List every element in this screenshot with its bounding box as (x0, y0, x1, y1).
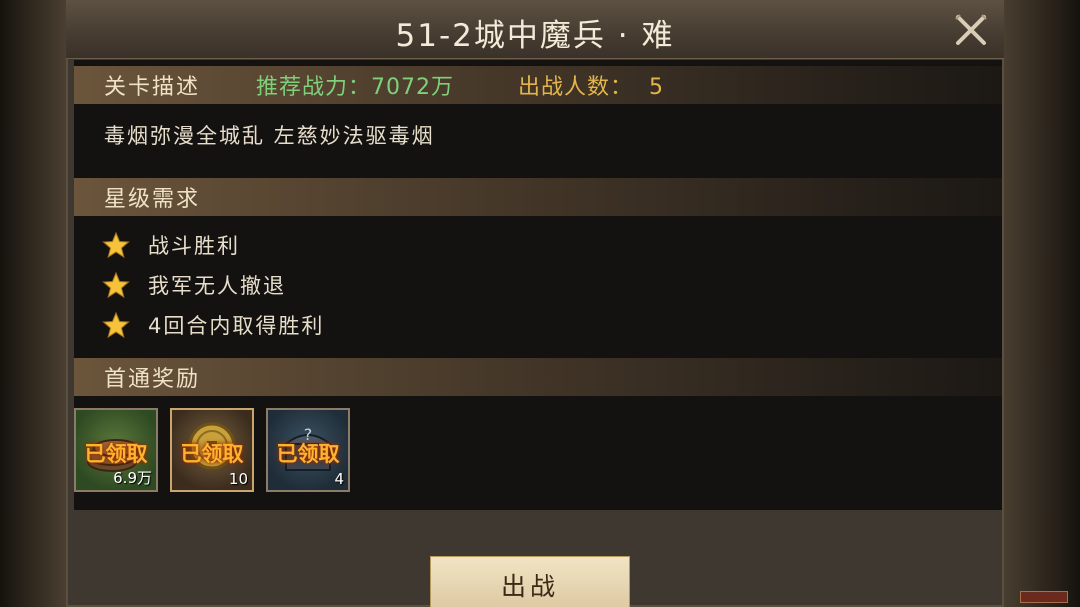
claimed-label: 已领取 (180, 442, 244, 466)
star-requirement-item: 我军无人撤退 (102, 270, 286, 300)
reward-slot-gold[interactable]: 已领取 10 (170, 408, 254, 492)
stage-description-label: 关卡描述 (104, 75, 201, 100)
stage-info-dialog: 51-2城中魔兵 · 难 关卡描述 推荐战力：7072万 出战人数： 5 毒烟弥… (66, 0, 1004, 607)
star-requirements-label: 星级需求 (104, 187, 201, 212)
dialog-title-bar: 51-2城中魔兵 · 难 (66, 0, 1004, 59)
stage-description-header: 关卡描述 推荐战力：7072万 出战人数： 5 (74, 66, 1002, 104)
reward-slot-copper[interactable]: 已领取 6.9万 (74, 408, 158, 492)
star-icon (102, 271, 130, 299)
star-requirement-label: 4回合内取得胜利 (148, 314, 325, 338)
recommended-power: 推荐战力：7072万 (256, 75, 455, 100)
stage-description-text: 毒烟弥漫全城乱 左慈妙法驱毒烟 (104, 124, 435, 148)
corner-ornament (1020, 591, 1068, 603)
star-requirement-label: 战斗胜利 (148, 234, 240, 258)
star-requirement-item: 4回合内取得胜利 (102, 310, 324, 340)
deploy-count-value: 5 (649, 75, 665, 100)
claimed-label: 已领取 (276, 442, 340, 466)
star-requirements-header: 星级需求 (74, 178, 1002, 216)
dialog-title: 51-2城中魔兵 · 难 (395, 18, 675, 54)
reward-slot-chest[interactable]: ? 已领取 4 (266, 408, 350, 492)
star-requirement-item: 战斗胜利 (102, 230, 240, 260)
first-clear-rewards-header: 首通奖励 (74, 358, 1002, 396)
claimed-label: 已领取 (84, 442, 148, 466)
first-clear-rewards-label: 首通奖励 (104, 367, 201, 392)
reward-quantity: 6.9万 (113, 469, 152, 487)
reward-list: 已领取 6.9万 已领取 10 ? 已领取 4 (74, 408, 474, 498)
close-button[interactable] (938, 6, 1004, 54)
reward-quantity: 4 (334, 470, 344, 488)
dialog-body: 关卡描述 推荐战力：7072万 出战人数： 5 毒烟弥漫全城乱 左慈妙法驱毒烟 … (74, 60, 1002, 510)
deploy-count-label: 出战人数： 5 (518, 75, 665, 100)
left-backdrop (0, 0, 66, 607)
fight-button[interactable]: 出战 (430, 556, 630, 607)
game-screen: 51-2城中魔兵 · 难 关卡描述 推荐战力：7072万 出战人数： 5 毒烟弥… (0, 0, 1080, 607)
right-backdrop (1002, 0, 1080, 607)
star-icon (102, 311, 130, 339)
reward-quantity: 10 (228, 470, 248, 488)
star-icon (102, 231, 130, 259)
close-icon (955, 14, 987, 45)
star-requirement-label: 我军无人撤退 (148, 274, 286, 298)
